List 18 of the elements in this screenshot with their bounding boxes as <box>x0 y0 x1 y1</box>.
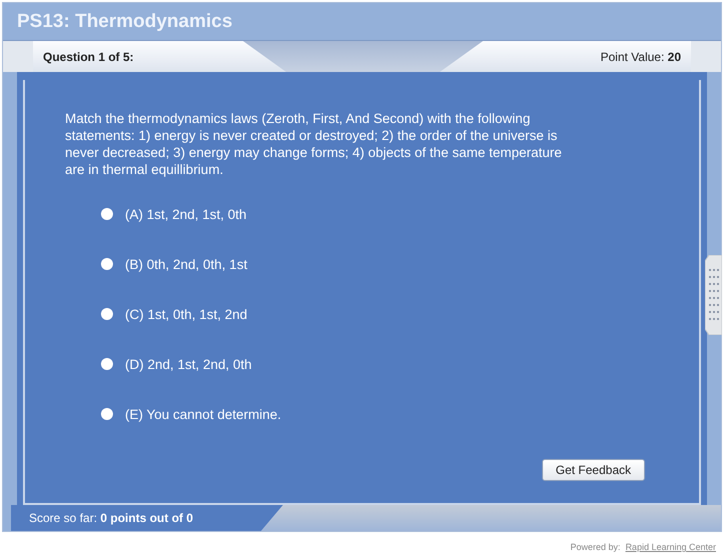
option-label[interactable]: (A) 1st, 2nd, 1st, 0th <box>125 206 247 222</box>
option-label[interactable]: (D) 2nd, 1st, 2nd, 0th <box>125 356 252 372</box>
grip-handle-icon[interactable] <box>705 255 722 335</box>
radio-button[interactable] <box>101 358 113 370</box>
powered-by-label: Powered by: <box>570 542 620 552</box>
radio-button[interactable] <box>101 208 113 220</box>
get-feedback-button[interactable]: Get Feedback <box>542 459 645 481</box>
score-text: Score so far: 0 points out of 0 <box>11 505 284 531</box>
question-counter: Question 1 of 5: <box>42 50 134 64</box>
rapid-learning-link[interactable]: Rapid Learning Center <box>625 542 716 552</box>
radio-button[interactable] <box>101 308 113 320</box>
option-label[interactable]: (C) 1st, 0th, 1st, 2nd <box>125 306 248 322</box>
option-label[interactable]: (E) You cannot determine. <box>125 406 282 422</box>
radio-button[interactable] <box>101 258 113 270</box>
question-text: Match the thermodynamics laws (Zeroth, First, And Second) with the following statements: 1) energy is never created or destroyed; 2) the order of the universe is never decreased; 3) energy may change forms; 4) objects of the same temperature are in thermal equillibrium. <box>65 110 563 178</box>
point-value: Point Value: 20 <box>600 50 682 64</box>
radio-button[interactable] <box>101 408 113 420</box>
option-label[interactable]: (B) 0th, 2nd, 0th, 1st <box>125 256 248 272</box>
